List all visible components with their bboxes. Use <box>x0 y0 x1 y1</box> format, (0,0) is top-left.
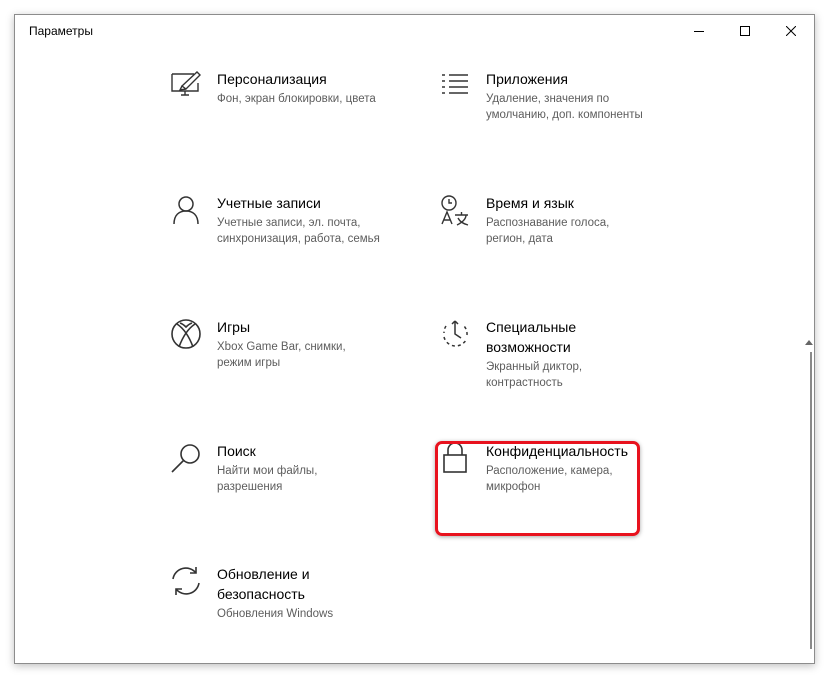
time-language-icon <box>438 193 472 227</box>
settings-item-title: Учетные записи <box>217 195 321 211</box>
close-icon <box>786 26 796 36</box>
settings-window: Параметры Персонализация Фон, экран блок… <box>14 14 815 664</box>
settings-item-desc: Обновления Windows <box>217 608 334 620</box>
sync-icon <box>169 564 203 598</box>
maximize-button[interactable] <box>722 15 768 47</box>
settings-item-desc: Фон, экран блокировки, цвета <box>217 93 376 105</box>
settings-item-desc: Учетные записи, эл. почта, синхронизация,… <box>217 217 380 245</box>
settings-item-desc: Экранный диктор, контрастность <box>486 361 583 389</box>
minimize-button[interactable] <box>676 15 722 47</box>
settings-item-title: Поиск <box>217 443 256 459</box>
user-icon <box>169 193 203 227</box>
highlight-frame <box>435 441 640 536</box>
personalization-icon <box>169 69 203 103</box>
settings-grid: Персонализация Фон, экран блокировки, цв… <box>15 47 814 663</box>
settings-item-desc: Найти мои файлы, разрешения <box>217 465 318 493</box>
settings-item-desc: Распознавание голоса, регион, дата <box>486 217 610 245</box>
xbox-icon <box>169 317 203 351</box>
apps-icon <box>438 69 472 103</box>
settings-item-title: Персонализация <box>217 71 327 87</box>
search-icon <box>169 441 203 475</box>
minimize-icon <box>694 31 704 32</box>
settings-item-title: Обновление и безопасность <box>217 566 310 602</box>
title-bar[interactable]: Параметры <box>15 15 814 47</box>
accessibility-icon <box>438 317 472 351</box>
settings-item-title: Игры <box>217 319 251 335</box>
window-title: Параметры <box>29 24 93 38</box>
scroll-up-arrow-icon[interactable] <box>805 339 813 345</box>
settings-item-desc: Удаление, значения по умолчанию, доп. ком… <box>486 93 643 121</box>
settings-item-title: Приложения <box>486 71 568 87</box>
settings-item-title: Специальные возможности <box>486 319 577 355</box>
scrollbar-thumb[interactable] <box>810 352 812 649</box>
settings-item-desc: Xbox Game Bar, снимки, режим игры <box>217 341 346 369</box>
settings-item-title: Время и язык <box>486 195 574 211</box>
maximize-icon <box>740 26 750 36</box>
close-button[interactable] <box>768 15 814 47</box>
